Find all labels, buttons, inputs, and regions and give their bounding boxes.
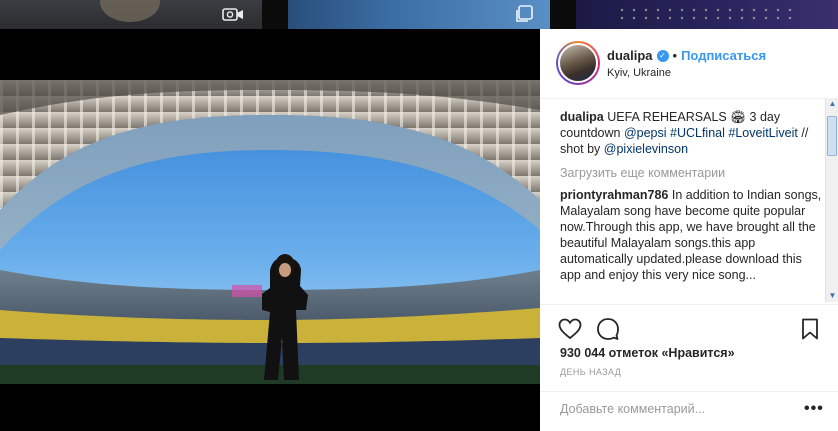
comment-bubble-icon[interactable] [596,317,620,341]
grid-thumbnail-3[interactable] [576,0,838,29]
heart-icon[interactable] [558,317,582,341]
load-more-comments-button[interactable]: Загрузить еще комментарии [560,165,822,181]
caption-link-pepsi[interactable]: @pepsi [624,126,667,140]
comments-scrollbar[interactable]: ▲ ▼ [825,98,838,302]
header-row: dualipa ✓ • Подписаться [607,48,766,63]
thumbnail-image [616,6,796,20]
add-comment-input[interactable] [560,402,790,416]
comment-username[interactable]: priontyrahman786 [560,188,668,202]
post-header: dualipa ✓ • Подписаться Kyiv, Ukraine [540,29,838,99]
separator-dot: • [672,48,678,63]
comments-list[interactable]: dualipa UEFA REHEARSALS 🏟 3 day countdow… [560,109,822,303]
location-link[interactable]: Kyiv, Ukraine [607,67,671,79]
multiple-photos-icon [514,4,534,29]
scroll-down-arrow-icon[interactable]: ▼ [826,290,838,302]
background-grid [0,0,838,29]
add-comment-section: ••• [540,391,838,431]
instagram-post-modal: dualipa ✓ • Подписаться Kyiv, Ukraine du… [0,0,838,431]
post-side-panel: dualipa ✓ • Подписаться Kyiv, Ukraine du… [540,29,838,431]
video-camera-icon [222,6,244,27]
caption-hashtag-loveitliveit[interactable]: #LoveitLiveit [728,126,798,140]
username-link[interactable]: dualipa [607,48,653,63]
comment-text: In addition to Indian songs, Malayalam s… [560,188,822,282]
post-caption: dualipa UEFA REHEARSALS 🏟 3 day countdow… [560,109,822,157]
caption-username[interactable]: dualipa [560,110,604,124]
more-options-icon[interactable]: ••• [804,400,824,418]
grid-thumbnail-1[interactable] [0,0,262,29]
post-photo[interactable] [0,80,540,384]
thumbnail-image [100,0,160,22]
post-timestamp[interactable]: ДЕНЬ НАЗАД [560,367,621,377]
follow-button[interactable]: Подписаться [681,48,766,63]
scroll-up-arrow-icon[interactable]: ▲ [826,98,838,110]
stadium-photo [0,80,540,384]
bookmark-icon[interactable] [798,317,822,341]
avatar-story-ring[interactable] [556,41,600,85]
verified-badge-icon: ✓ [656,49,669,62]
grid-thumbnail-2[interactable] [288,0,550,29]
caption-hashtag-uclfinal[interactable]: #UCLfinal [670,126,725,140]
scrollbar-thumb[interactable] [827,116,837,156]
action-bar [540,304,838,349]
comment-item: priontyrahman786 In addition to Indian s… [560,187,822,283]
avatar [558,43,598,83]
likes-count[interactable]: 930 044 отметок «Нравится» [560,346,735,360]
caption-link-pixielevinson[interactable]: @pixielevinson [604,142,688,156]
